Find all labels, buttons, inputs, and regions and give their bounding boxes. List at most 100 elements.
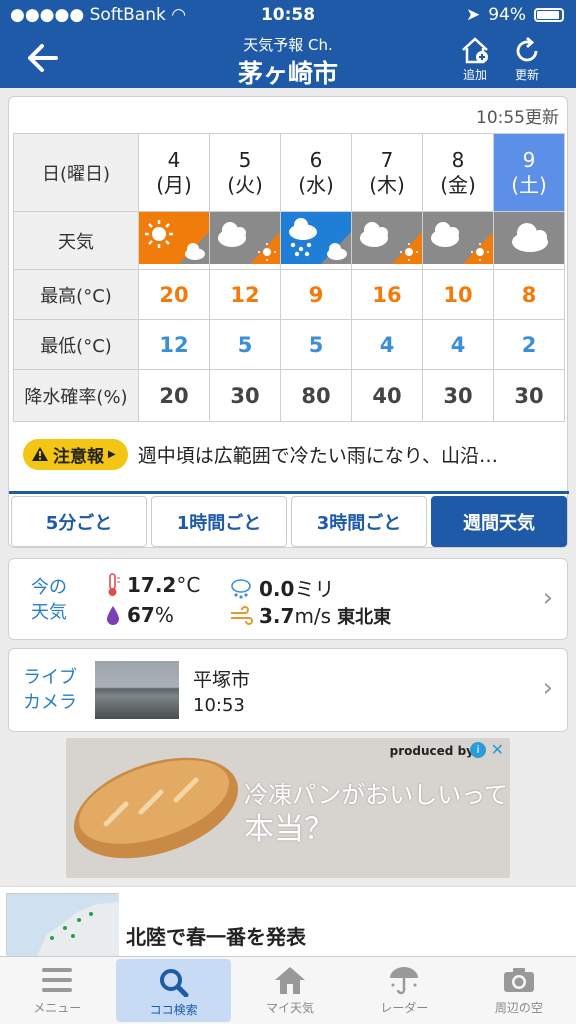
precip-value: 30 (209, 369, 281, 422)
bottom-tab-bar: メニュー ココ検索 マイ天気 レーダー 周辺の空 (0, 956, 576, 1024)
low-row: 最低(°C) 12 5 5 4 4 2 (13, 319, 565, 370)
triangle-right-icon: ▶ (108, 448, 116, 460)
low-temp: 5 (209, 319, 281, 370)
high-row: 最高(°C) 20 12 9 16 10 8 (13, 269, 565, 320)
bottom-tab-search[interactable]: ココ検索 (116, 959, 231, 1022)
precip-value: 80 (280, 369, 352, 422)
ad-close-icon[interactable]: ✕ (491, 740, 504, 759)
ad-info-icon[interactable]: i (470, 742, 486, 758)
news-map-thumbnail (6, 893, 119, 956)
low-header: 最低(°C) (13, 319, 139, 370)
news-headline: 北陸で春一番を発表 (126, 925, 306, 949)
ad-banner[interactable]: produced by i ✕ 冷凍パンがおいしいって 本当？ (66, 738, 510, 878)
weekly-forecast-card: 10:55更新 日(曜日) 4 (月) 5 (火) 6 (水) 7 (木) 8 (金) 9… (8, 96, 569, 549)
battery-percent: 94% (488, 5, 526, 25)
add-button[interactable]: 追加 (455, 36, 495, 83)
tab-3hour[interactable]: 3時間ごと (291, 496, 427, 547)
wind-speed: 3.7 (259, 604, 295, 628)
temperature-unit: °C (176, 573, 201, 597)
weather-cell (280, 211, 352, 270)
day-cell: 5 (火) (209, 133, 281, 212)
day-row: 日(曜日) 4 (月) 5 (火) 6 (水) 7 (木) 8 (金) 9 (土) (13, 133, 565, 212)
low-temp: 4 (351, 319, 423, 370)
bottom-tab-my-weather[interactable]: マイ天気 (233, 957, 347, 1024)
precip-value: 30 (493, 369, 565, 422)
weather-alert[interactable]: 注意報 ▶ 週中頃は広範囲で冷たい雨になり、山沿… (23, 437, 563, 471)
news-item[interactable]: 北陸で春一番を発表 (0, 886, 576, 956)
camera-time: 10:53 (193, 695, 245, 716)
humidity-value: 67 (127, 603, 155, 627)
high-temp: 12 (209, 269, 281, 320)
camera-place: 平塚市 (193, 669, 251, 691)
battery-icon (534, 8, 564, 22)
wind-direction: 東北東 (337, 607, 392, 628)
bottom-tab-label: メニュー (33, 1001, 82, 1015)
precip-value: 30 (422, 369, 494, 422)
humidity-item: 67% (105, 603, 174, 627)
high-temp: 20 (138, 269, 210, 320)
tab-5min[interactable]: 5分ごと (11, 496, 147, 547)
temperature-item: 17.2°C (105, 573, 200, 597)
bottom-tab-label: 周辺の空 (494, 1001, 543, 1015)
refresh-button[interactable]: 更新 (507, 36, 547, 83)
high-temp: 9 (280, 269, 352, 320)
ad-copy-line1: 冷凍パンがおいしいって (244, 781, 508, 809)
search-icon (159, 969, 189, 997)
bottom-tab-label: レーダー (380, 1001, 429, 1015)
precip-header: 降水確率(%) (13, 369, 139, 422)
high-temp: 16 (351, 269, 423, 320)
humidity-unit: % (154, 603, 174, 627)
current-weather-card[interactable]: 今の 天気 17.2°C 0.0ミリ 67% 3.7m/s 東北東 › (8, 558, 568, 640)
high-temp: 8 (493, 269, 565, 320)
precip-value: 20 (138, 369, 210, 422)
day-header: 日(曜日) (13, 133, 139, 212)
alert-badge-label: 注意報 (53, 446, 104, 467)
day-cell: 8 (金) (422, 133, 494, 212)
bottom-tab-menu[interactable]: メニュー (0, 957, 114, 1024)
precip-value: 40 (351, 369, 423, 422)
low-temp: 12 (138, 319, 210, 370)
rainfall-unit: ミリ (294, 577, 335, 601)
tab-1hour[interactable]: 1時間ごと (151, 496, 287, 547)
thermometer-icon (108, 573, 120, 596)
weekly-table: 日(曜日) 4 (月) 5 (火) 6 (水) 7 (木) 8 (金) 9 (土) 天気 (13, 133, 565, 422)
forecast-tabs: 5分ごと 1時間ごと 3時間ごと 週間天気 (9, 491, 569, 549)
status-right: ➤ 94% (466, 5, 564, 25)
weather-header: 天気 (13, 211, 139, 270)
tab-weekly[interactable]: 週間天気 (431, 496, 567, 547)
home-icon (275, 967, 306, 994)
weather-cell (138, 211, 210, 270)
camera-thumbnail (95, 661, 179, 719)
cloudy-icon (494, 212, 564, 264)
precip-row: 降水確率(%) 20 30 80 40 30 30 (13, 369, 565, 422)
day-cell-selected: 9 (土) (493, 133, 565, 212)
wind-item: 3.7m/s 東北東 (229, 603, 391, 629)
weather-cell (493, 211, 565, 270)
chevron-right-icon: › (542, 673, 553, 703)
camera-icon (503, 968, 534, 992)
temperature-value: 17.2 (127, 573, 177, 597)
bottom-tab-sky-camera[interactable]: 周辺の空 (462, 957, 576, 1024)
bottom-tab-label: マイ天気 (266, 1001, 315, 1015)
live-camera-card[interactable]: ライブ カメラ 平塚市 10:53 › (8, 648, 568, 732)
rain-cloud-icon (231, 578, 251, 599)
rainfall-item: 0.0ミリ (229, 573, 334, 602)
live-camera-label: ライブ カメラ (23, 667, 77, 713)
low-temp: 2 (493, 319, 565, 370)
low-temp: 4 (422, 319, 494, 370)
refresh-label: 更新 (514, 68, 539, 82)
day-cell: 6 (水) (280, 133, 352, 212)
cloudy-then-sunny-icon (423, 212, 493, 264)
map-image (7, 894, 119, 956)
radar-umbrella-icon (390, 967, 419, 995)
wind-unit: m/s (294, 604, 332, 628)
alert-badge: 注意報 ▶ (23, 438, 128, 470)
add-home-icon (462, 37, 488, 64)
menu-icon (42, 968, 73, 992)
humidity-drop-icon (107, 606, 119, 625)
bottom-tab-radar[interactable]: レーダー (347, 957, 461, 1024)
high-temp: 10 (422, 269, 494, 320)
day-cell: 7 (木) (351, 133, 423, 212)
bottom-tab-label: ココ検索 (149, 1003, 198, 1017)
rain-then-cloudy-icon (281, 212, 351, 264)
